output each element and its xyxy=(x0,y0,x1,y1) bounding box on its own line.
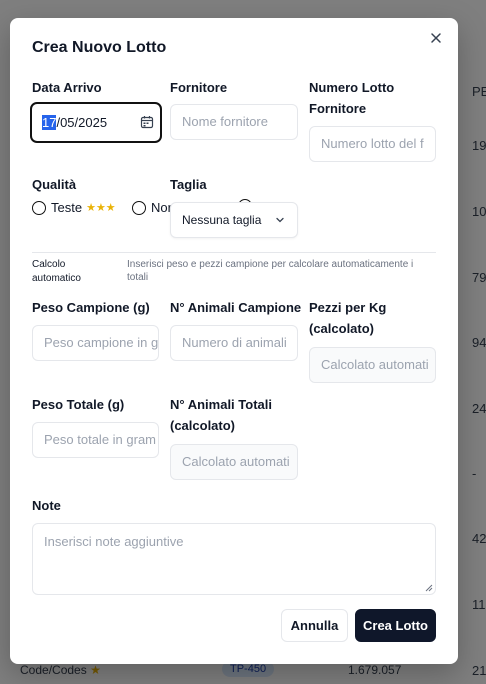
qualita-option-teste[interactable]: Teste ★★★ xyxy=(32,200,116,215)
data-arrivo-label: Data Arrivo xyxy=(32,80,102,95)
animali-campione-input[interactable]: Numero di animali xyxy=(170,325,298,361)
data-arrivo-date-input[interactable]: 17/05/2025 xyxy=(30,102,162,143)
chevron-down-icon xyxy=(276,217,284,223)
peso-totale-input[interactable]: Peso totale in gram xyxy=(32,422,159,458)
animali-totali-label: N° Animali Totali (calcolato) xyxy=(170,397,272,433)
pezzi-kg-readonly-field: Calcolato automati xyxy=(309,347,436,383)
note-label: Note xyxy=(32,498,61,513)
section-divider xyxy=(32,252,436,253)
date-day-segment[interactable]: 17 xyxy=(42,115,57,130)
animali-campione-label: N° Animali Campione xyxy=(170,300,302,315)
close-icon[interactable] xyxy=(428,30,444,46)
peso-campione-input[interactable]: Peso campione in g xyxy=(32,325,159,361)
create-lot-dialog: Crea Nuovo Lotto Data Arrivo 17/05/2025 … xyxy=(10,18,458,664)
numero-lotto-label: Numero Lotto Fornitore xyxy=(309,80,395,116)
fornitore-label: Fornitore xyxy=(170,80,228,95)
star-rating-icon: ★★★ xyxy=(86,202,116,214)
date-rest-segment[interactable]: /05/2025 xyxy=(56,115,107,130)
radio-button[interactable] xyxy=(32,200,46,215)
note-textarea[interactable]: Inserisci note aggiuntive xyxy=(32,523,436,595)
radio-button[interactable] xyxy=(132,200,146,215)
taglia-label: Taglia xyxy=(170,177,207,192)
numero-lotto-input[interactable]: Numero lotto del f xyxy=(309,126,436,162)
pezzi-kg-label: Pezzi per Kg (calcolato) xyxy=(309,300,387,336)
qualita-option-normale[interactable]: Nor xyxy=(132,200,172,215)
cancel-button[interactable]: Annulla xyxy=(281,609,348,642)
peso-totale-label: Peso Totale (g) xyxy=(32,397,125,412)
dialog-title: Crea Nuovo Lotto xyxy=(32,39,167,56)
calcolo-title: Calcolo automatico xyxy=(32,259,81,284)
taglia-select[interactable]: Nessuna taglia xyxy=(170,202,298,238)
animali-totali-readonly-field: Calcolato automati xyxy=(170,444,298,480)
calcolo-description: Inserisci peso e pezzi campione per calc… xyxy=(127,259,414,283)
peso-campione-label: Peso Campione (g) xyxy=(32,300,150,315)
create-lot-button[interactable]: Crea Lotto xyxy=(355,609,436,642)
calendar-icon[interactable] xyxy=(140,115,154,129)
qualita-label: Qualità xyxy=(32,177,77,192)
fornitore-input[interactable]: Nome fornitore xyxy=(170,104,298,140)
resize-grip-icon[interactable] xyxy=(425,584,433,592)
